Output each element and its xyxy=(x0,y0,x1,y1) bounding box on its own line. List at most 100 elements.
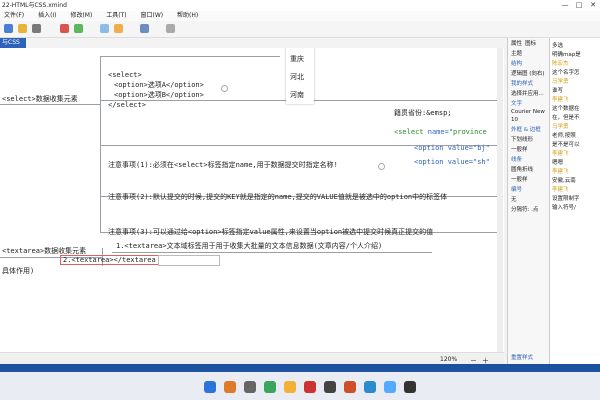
text-edit-box[interactable] xyxy=(158,255,220,266)
chat-message: 多选 xyxy=(552,43,564,49)
chat-sender: 马学勇 xyxy=(552,124,569,130)
tab-properties[interactable]: 属性 xyxy=(511,39,522,47)
settings-icon[interactable] xyxy=(404,381,416,393)
chat-message: 谁写 xyxy=(552,88,564,94)
tab-icons[interactable]: 图标 xyxy=(525,39,536,47)
chat-message: 设置限制字 xyxy=(552,196,580,202)
folder-icon[interactable] xyxy=(284,381,296,393)
prop-item[interactable]: Courier New xyxy=(508,108,550,116)
taskbar-dock xyxy=(0,372,600,400)
dropdown-option[interactable]: 河北 xyxy=(286,68,314,86)
prop-item: 线条 xyxy=(511,157,523,163)
mindmap-canvas[interactable]: <select>数据收集元素 <select> <option>选项A</opt… xyxy=(0,48,504,352)
chat-sender: 李建飞 xyxy=(552,169,569,175)
browser-icon[interactable] xyxy=(364,381,376,393)
toolbar xyxy=(0,21,600,38)
textarea-subitem-2[interactable]: 2.<textarea></textarea xyxy=(60,255,159,265)
close-button[interactable]: ✕ xyxy=(586,0,600,11)
vertical-scrollbar[interactable] xyxy=(497,48,503,352)
dropdown-option[interactable]: 河南 xyxy=(286,86,314,104)
prop-item[interactable]: 选择并应用... xyxy=(508,88,550,98)
prop-item[interactable]: 10 xyxy=(508,116,550,124)
xmind-icon[interactable] xyxy=(304,381,316,393)
chat-message: 在，但是不 xyxy=(552,115,580,121)
zoom-level[interactable]: 120% xyxy=(440,356,457,363)
menu-file[interactable]: 文件(F) xyxy=(4,12,24,19)
menu-modify[interactable]: 修改(M) xyxy=(70,12,92,19)
chat-message: 嗯嗯 xyxy=(552,160,564,166)
chat-message: 这个名字怎 xyxy=(552,70,580,76)
prop-item: 结构 xyxy=(511,61,523,67)
prop-item[interactable]: 圆角折线 xyxy=(508,164,550,174)
chat-sender: 李建飞 xyxy=(552,151,569,157)
firefox-icon[interactable] xyxy=(224,381,236,393)
properties-panel: 属性 图标 主题 结构 逻辑图 (向右) 我的样式 选择并应用... 文字 Co… xyxy=(507,38,550,364)
window-title: 22-HTML与CSS.xmind xyxy=(0,0,600,11)
open-icon[interactable] xyxy=(18,24,27,33)
code-line: <option value="bj" xyxy=(414,144,490,152)
prop-item[interactable]: 分隔符: .点 xyxy=(508,204,550,214)
menu-bar: 文件(F) 插入(I) 修改(M) 工具(T) 窗口(W) 帮助(H) xyxy=(0,11,600,21)
redo-icon[interactable] xyxy=(74,24,83,33)
collapse-dot[interactable] xyxy=(221,85,228,92)
start-icon[interactable] xyxy=(204,381,216,393)
textarea-subitem-1[interactable]: 1.<textarea>文本域标签用于用于收集大批量的文本信息数据(文章内容/个… xyxy=(116,241,382,251)
prop-item[interactable]: 一般样 xyxy=(508,144,550,154)
select-node[interactable]: <select>数据收集元素 xyxy=(2,94,78,104)
maximize-button[interactable]: □ xyxy=(572,0,586,11)
code-attr: name= xyxy=(423,128,449,136)
terminal-icon[interactable] xyxy=(324,381,336,393)
save-icon[interactable] xyxy=(32,24,41,33)
prop-item[interactable]: 一般样 xyxy=(508,174,550,184)
chat-sender: 马学勇 xyxy=(552,79,569,85)
code-line: <option value="sh" xyxy=(414,158,490,166)
textarea-detail[interactable]: 具体作用) xyxy=(2,266,34,276)
select-code-line: <option>选项B</option> xyxy=(114,91,204,99)
prop-item[interactable]: 逻辑图 (向右) xyxy=(508,68,550,78)
menu-tools[interactable]: 工具(T) xyxy=(106,12,126,19)
collapse-dot[interactable] xyxy=(378,163,385,170)
chat-message: 这个数据在 xyxy=(552,106,580,112)
powerpoint-icon[interactable] xyxy=(344,381,356,393)
subtopic-icon[interactable] xyxy=(114,24,123,33)
prop-item[interactable]: 下划线形 xyxy=(508,134,550,144)
select-code-line: </select> xyxy=(108,101,146,109)
code-line: 籍贯省份:&emsp; xyxy=(394,109,452,117)
menu-insert[interactable]: 插入(I) xyxy=(38,12,56,19)
note-3[interactable]: 注意事项(3):可以通过给<option>标签指定value属性,来设置当opt… xyxy=(108,227,433,237)
menu-help[interactable]: 帮助(H) xyxy=(177,12,198,19)
chat-message: 安徽,云南 xyxy=(552,178,576,184)
chrome-icon[interactable] xyxy=(264,381,276,393)
edge-icon[interactable] xyxy=(384,381,396,393)
chat-sender: 李建飞 xyxy=(552,187,569,193)
prop-item: 编号 xyxy=(511,187,523,193)
select-code-line: <option>选项A</option> xyxy=(114,81,204,89)
select-code-block[interactable]: <select> <option>选项A</option> <option>选项… xyxy=(108,70,204,110)
undo-icon[interactable] xyxy=(60,24,69,33)
chat-sender: 陈宏杰 xyxy=(552,61,569,67)
new-icon[interactable] xyxy=(4,24,13,33)
chat-panel: 多选 明确map是 陈宏杰 这个名字怎 马学勇 谁写 李建飞 这个数据在 在，但… xyxy=(549,38,600,368)
chat-message: 老师,按照 xyxy=(552,133,576,139)
code-line: <select name="province xyxy=(394,128,487,136)
prop-item[interactable]: 无 xyxy=(508,194,550,204)
note-1[interactable]: 注意事项(1):必须在<select>标签指定name,用于数据提交时指定名称! xyxy=(108,160,338,170)
relationship-icon[interactable] xyxy=(140,24,149,33)
dropdown-list: 重庆 河北 河南 xyxy=(286,48,314,104)
topic-icon[interactable] xyxy=(100,24,109,33)
window-controls: — □ ✕ xyxy=(558,0,600,11)
prop-item: 主题 xyxy=(511,51,523,57)
menu-window[interactable]: 窗口(W) xyxy=(141,12,164,19)
prop-item: 我的样式 xyxy=(511,81,534,87)
note-2[interactable]: 注意事项(2):默认提交的时候,提交的KEY就是指定的name,提交的VALUE… xyxy=(108,192,447,202)
image-icon[interactable] xyxy=(166,24,175,33)
prop-item: 文字 xyxy=(511,101,523,107)
minimize-button[interactable]: — xyxy=(558,0,572,11)
code-tag: <select xyxy=(394,128,424,136)
select-code-line: <select> xyxy=(108,71,142,79)
document-tab[interactable]: 与CSS xyxy=(0,38,26,48)
dropdown-option[interactable]: 重庆 xyxy=(286,50,314,68)
app-icon[interactable] xyxy=(244,381,256,393)
reset-style-button[interactable]: 重置样式 xyxy=(508,352,536,362)
chat-sender: 李建飞 xyxy=(552,97,569,103)
